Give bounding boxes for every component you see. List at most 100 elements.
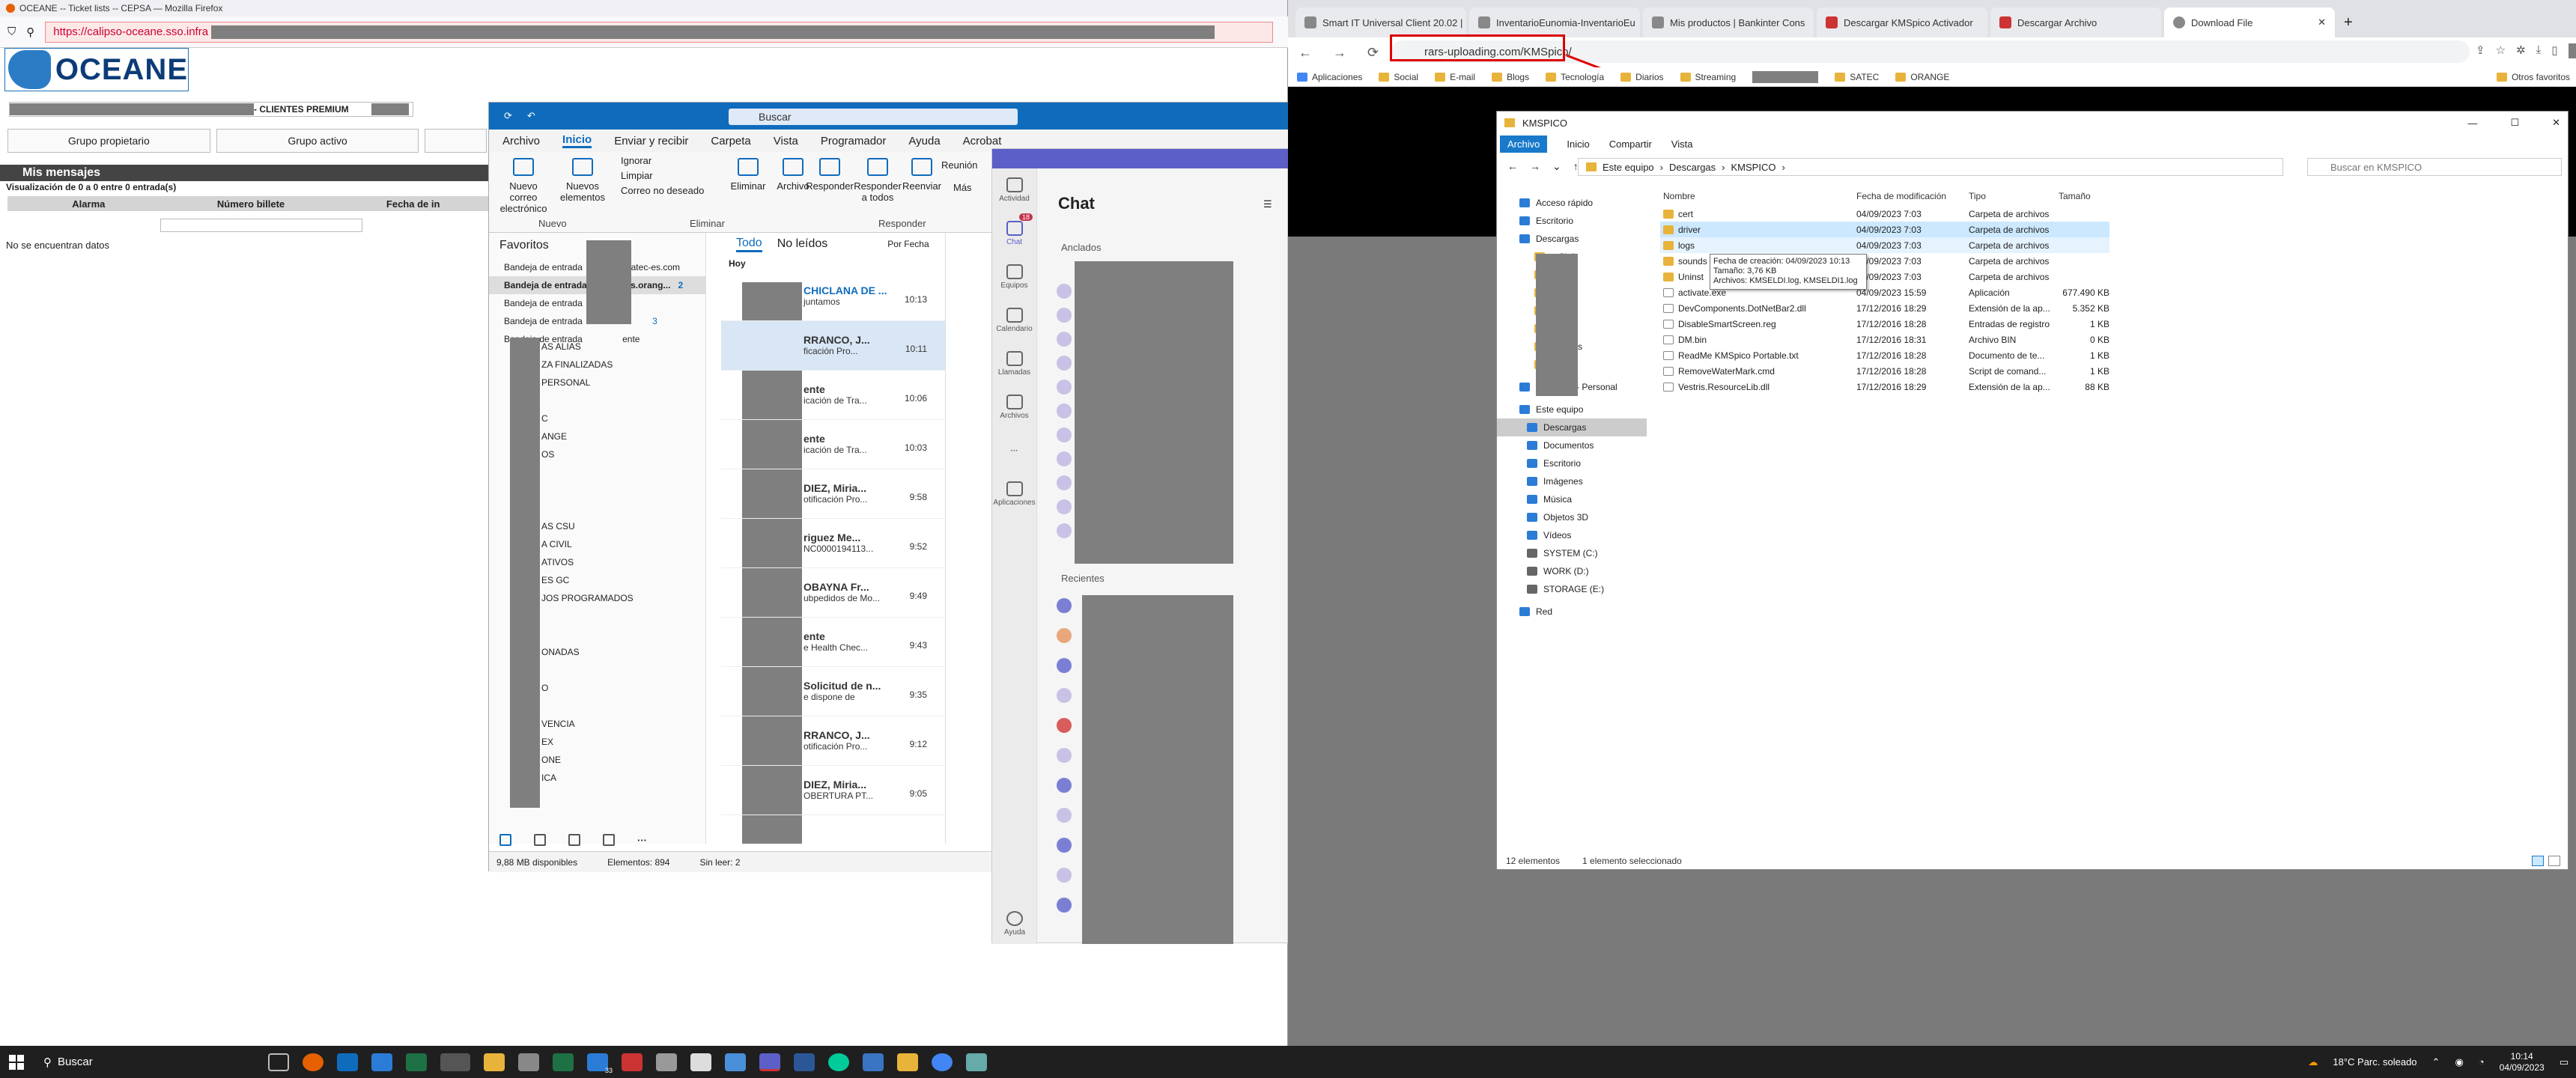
- file-row[interactable]: DM.bin 17/12/2016 18:31 Archivo BIN 0 KB: [1660, 332, 2109, 347]
- edge-taskbar-icon[interactable]: [828, 1053, 849, 1071]
- more-button[interactable]: Más: [953, 182, 972, 193]
- rail-calls[interactable]: Llamadas: [992, 342, 1036, 386]
- sync-icon[interactable]: ⟳: [504, 110, 512, 122]
- chevron-up-icon[interactable]: ⌃: [2432, 1056, 2440, 1068]
- filter-icon[interactable]: ☰: [1263, 198, 1272, 210]
- ribbon-inicio[interactable]: Inicio: [1567, 138, 1589, 150]
- bookmark-other[interactable]: Otros favoritos: [2496, 72, 2570, 82]
- bookmark-folder[interactable]: Social: [1379, 72, 1418, 82]
- recent-header[interactable]: Recientes: [1061, 573, 1105, 584]
- ribbon-tab-ayuda[interactable]: Ayuda: [908, 135, 940, 147]
- ribbon-tab-enviar[interactable]: Enviar y recibir: [614, 135, 688, 147]
- back-icon[interactable]: ←: [1507, 160, 1518, 172]
- back-icon[interactable]: ←: [1298, 45, 1312, 61]
- col-tipo[interactable]: Tipo: [1969, 191, 1986, 201]
- mail-item[interactable]: RRANCO, J... otificación Pro... 9:12: [721, 716, 945, 766]
- mail-item[interactable]: ente icación de Tra... 10:03: [721, 420, 945, 469]
- excel2-taskbar-icon[interactable]: [553, 1053, 574, 1071]
- undo-icon[interactable]: ↶: [527, 110, 535, 122]
- file-row[interactable]: DevComponents.DotNetBar2.dll 17/12/2016 1…: [1660, 300, 2109, 316]
- bookmark-folder[interactable]: ORANGE: [1895, 72, 1949, 82]
- subfolder-item[interactable]: ICA: [541, 769, 634, 787]
- subfolder-item[interactable]: EX: [541, 733, 634, 751]
- ribbon-compartir[interactable]: Compartir: [1609, 138, 1652, 150]
- reply-all-button[interactable]: Responder a todos: [853, 158, 902, 203]
- subfolder-item[interactable]: A CIVIL: [541, 535, 634, 553]
- chrome-tab[interactable]: InventarioEunomia-InventarioEu: [1469, 7, 1640, 37]
- chrome-tab[interactable]: Mis productos | Bankinter Cons: [1643, 7, 1814, 37]
- app-taskbar-icon[interactable]: [440, 1053, 470, 1071]
- tab-todo[interactable]: Todo: [736, 237, 762, 252]
- nav-item[interactable]: Objetos 3D: [1497, 508, 1647, 526]
- ribbon-archivo[interactable]: Archivo: [1500, 135, 1548, 153]
- forward-button[interactable]: Reenviar: [901, 158, 943, 192]
- clean-button[interactable]: Limpiar: [621, 170, 653, 181]
- maximize-icon[interactable]: ☐: [2510, 117, 2519, 129]
- mail-item[interactable]: RRANCO, J... ficación Pro... 10:11: [721, 321, 945, 371]
- explorer-search[interactable]: Buscar en KMSPICO: [2307, 158, 2562, 176]
- nav-item[interactable]: Documentos: [1497, 436, 1647, 454]
- ribbon-tab-acrobat[interactable]: Acrobat: [963, 135, 1002, 147]
- subfolder-item[interactable]: O: [541, 679, 634, 697]
- mail-item[interactable]: DIEZ, Miria... OBERTURA PT... 9:05: [721, 766, 945, 815]
- app-taskbar-icon[interactable]: [656, 1053, 677, 1071]
- mail-item[interactable]: CHICLANA DE ... juntamos 10:13: [721, 272, 945, 321]
- extension-icon[interactable]: ✲: [2516, 43, 2526, 58]
- folder-row[interactable]: logs 04/09/2023 7:03 Carpeta de archivos: [1660, 237, 2109, 253]
- network-icon[interactable]: ◉: [2455, 1056, 2463, 1068]
- crumb-item[interactable]: KMSPICO: [1731, 162, 1776, 173]
- subfolder-item[interactable]: JOS PROGRAMADOS: [541, 589, 634, 607]
- nav-item[interactable]: STORAGE (E:): [1497, 580, 1647, 598]
- clock[interactable]: 10:14 04/09/2023: [2500, 1051, 2545, 1074]
- folder-row[interactable]: cert 04/09/2023 7:03 Carpeta de archivos: [1660, 206, 2109, 222]
- app-taskbar-icon[interactable]: [897, 1053, 918, 1071]
- file-row[interactable]: RemoveWaterMark.cmd 17/12/2016 18:28 Scrip…: [1660, 363, 2109, 379]
- nav-item[interactable]: Imágenes: [1497, 472, 1647, 490]
- taskbar-search[interactable]: ⚲ Buscar: [43, 1056, 268, 1069]
- bookmark-apps[interactable]: Aplicaciones: [1297, 72, 1362, 82]
- col-alarma[interactable]: Alarma: [7, 198, 170, 210]
- nav-item[interactable]: WORK (D:): [1497, 562, 1647, 580]
- rail-teams[interactable]: Equipos: [992, 255, 1036, 299]
- subfolder-item[interactable]: AS CSU: [541, 517, 634, 535]
- minimize-icon[interactable]: —: [2467, 118, 2477, 129]
- excel-taskbar-icon[interactable]: [406, 1053, 427, 1071]
- sidebar-icon[interactable]: ▯: [2551, 43, 2557, 58]
- forward-icon[interactable]: →: [1333, 45, 1346, 61]
- file-row[interactable]: Vestris.ResourceLib.dll 17/12/2016 18:29 E…: [1660, 379, 2109, 395]
- chrome-tab[interactable]: Descargar KMSpico Activador: [1817, 7, 1987, 37]
- tasks-module-icon[interactable]: [603, 834, 615, 846]
- chevron-down-icon[interactable]: ⌄: [1552, 160, 1561, 173]
- mail-item[interactable]: Solicitud de n... e dispone de 9:35: [721, 667, 945, 716]
- rail-help[interactable]: Ayuda: [992, 902, 1037, 945]
- subfolder-item[interactable]: ES GC: [541, 571, 634, 589]
- ignore-button[interactable]: Ignorar: [621, 155, 651, 166]
- download-icon[interactable]: ⤓: [2536, 43, 2542, 58]
- outlook-taskbar-icon[interactable]: [337, 1053, 358, 1071]
- profile-icon[interactable]: [2568, 43, 2576, 58]
- new-items-button[interactable]: Nuevos elementos: [556, 158, 609, 203]
- nav-item[interactable]: Escritorio: [1497, 454, 1647, 472]
- chrome-tab-active[interactable]: Download File ✕: [2164, 7, 2335, 37]
- calendar-module-icon[interactable]: [534, 834, 546, 846]
- file-row[interactable]: DisableSmartScreen.reg 17/12/2016 18:28 En…: [1660, 316, 2109, 332]
- firefox-taskbar-icon[interactable]: [303, 1053, 323, 1071]
- meeting-button[interactable]: Reunión: [941, 159, 977, 171]
- forward-icon[interactable]: →: [1530, 160, 1540, 172]
- filter-input[interactable]: [160, 219, 362, 232]
- ribbon-tab-inicio[interactable]: Inicio: [562, 133, 592, 148]
- ribbon-tab-carpeta[interactable]: Carpeta: [711, 135, 750, 147]
- subfolder-item[interactable]: ONADAS: [541, 643, 634, 661]
- reply-button[interactable]: Responder: [805, 158, 854, 192]
- nav-item[interactable]: Música: [1497, 490, 1647, 508]
- file-row[interactable]: ReadMe KMSpico Portable.txt 17/12/2016 18…: [1660, 347, 2109, 363]
- subfolder-item[interactable]: PERSONAL: [541, 374, 634, 392]
- delete-button[interactable]: Eliminar: [726, 158, 771, 192]
- windows-start-icon[interactable]: [9, 1054, 24, 1070]
- col-fecha[interactable]: Fecha de in: [332, 198, 494, 210]
- task-view-icon[interactable]: [268, 1053, 289, 1071]
- app-taskbar-icon[interactable]: [794, 1053, 815, 1071]
- app-taskbar-icon[interactable]: 33: [587, 1053, 613, 1074]
- app-taskbar-icon[interactable]: [690, 1053, 711, 1071]
- rail-activity[interactable]: Actividad: [992, 168, 1036, 212]
